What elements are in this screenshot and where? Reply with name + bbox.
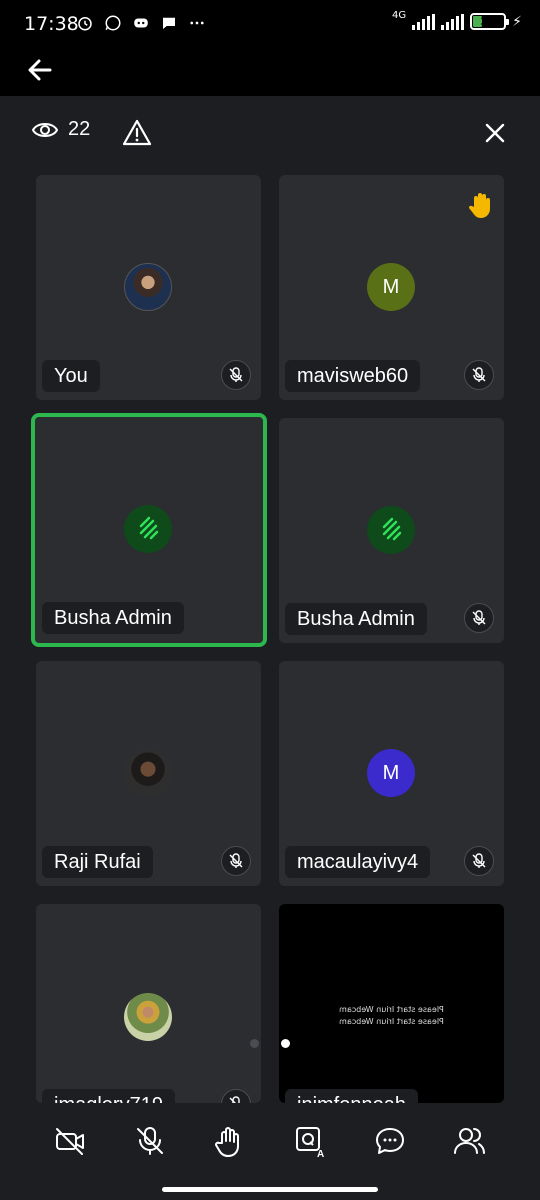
camera-toggle-button[interactable] bbox=[52, 1123, 88, 1159]
mic-off-icon bbox=[221, 360, 251, 390]
alarm-icon bbox=[76, 14, 94, 32]
report-button[interactable] bbox=[122, 118, 152, 148]
raise-hand-button[interactable] bbox=[212, 1123, 248, 1159]
status-time: 17:38 bbox=[24, 13, 79, 35]
page-dot-active[interactable] bbox=[281, 1039, 290, 1048]
signal-icon bbox=[412, 13, 436, 30]
status-system-icons: 4G 27 ⚡ bbox=[392, 10, 522, 30]
whatsapp-icon bbox=[104, 14, 122, 32]
participant-tile[interactable]: M macaulayivy4 bbox=[279, 661, 504, 886]
avatar: M bbox=[367, 263, 415, 311]
viewer-counter[interactable]: 22 bbox=[32, 118, 90, 141]
mic-off-icon bbox=[137, 1127, 163, 1155]
app-header bbox=[0, 50, 540, 96]
camera-off-icon bbox=[56, 1128, 84, 1155]
participant-name: mavisweb60 bbox=[285, 360, 421, 392]
mic-off-icon bbox=[464, 846, 494, 876]
participant-tile[interactable]: Raji Rufai bbox=[36, 661, 261, 886]
battery-level: 27 bbox=[480, 15, 496, 28]
back-arrow-icon bbox=[28, 59, 52, 81]
battery-icon: 27 bbox=[470, 13, 510, 30]
raised-hand-icon bbox=[468, 191, 494, 225]
chat-button[interactable] bbox=[372, 1123, 408, 1159]
qa-icon: A bbox=[296, 1127, 324, 1158]
avatar bbox=[124, 263, 172, 311]
avatar bbox=[124, 993, 172, 1041]
participant-name: Busha Admin bbox=[42, 602, 184, 634]
mic-off-icon bbox=[221, 1089, 251, 1103]
video-overlay-text: Please start Iriun Webcam Please start I… bbox=[279, 1004, 504, 1028]
participant-video-tile[interactable]: Please start Iriun Webcam Please start I… bbox=[279, 904, 504, 1103]
participant-tile[interactable]: Busha Admin bbox=[279, 418, 504, 643]
participant-name: inimfonnoah bbox=[285, 1089, 418, 1103]
svg-text:A: A bbox=[317, 1149, 324, 1158]
participant-name: Busha Admin bbox=[285, 603, 427, 635]
page-dot[interactable] bbox=[250, 1039, 259, 1048]
busha-logo-avatar bbox=[124, 505, 172, 553]
meeting-toolbar: 22 bbox=[0, 96, 540, 170]
status-bar: 17:38 4G 27 ⚡ bbox=[0, 0, 540, 50]
avatar: M bbox=[367, 749, 415, 797]
more-icon bbox=[188, 14, 206, 32]
eye-icon bbox=[32, 122, 58, 137]
participant-name: imaglory719 bbox=[42, 1089, 175, 1103]
warning-icon bbox=[122, 119, 152, 146]
meeting-controls: A bbox=[0, 1103, 540, 1200]
qa-button[interactable]: A bbox=[292, 1123, 328, 1159]
meeting-view: 22 You M mavisweb60 Busha Admin Busha Ad… bbox=[0, 96, 540, 1200]
participant-name: macaulayivy4 bbox=[285, 846, 431, 878]
participant-tile[interactable]: imaglory719 bbox=[36, 904, 261, 1103]
close-icon bbox=[485, 123, 505, 143]
status-notification-icons bbox=[76, 14, 206, 32]
participant-tile-active[interactable]: Busha Admin bbox=[31, 413, 267, 647]
participant-name: Raji Rufai bbox=[42, 846, 153, 878]
chat-icon bbox=[376, 1128, 404, 1154]
page-indicator[interactable] bbox=[250, 1039, 290, 1048]
participants-button[interactable] bbox=[452, 1123, 488, 1159]
participant-tile[interactable]: You bbox=[36, 175, 261, 400]
network-type: 4G bbox=[392, 10, 407, 21]
back-button[interactable] bbox=[24, 54, 56, 86]
raise-hand-icon bbox=[215, 1127, 239, 1157]
video-overlay-text-2: Please start Iriun Webcam bbox=[339, 1017, 444, 1026]
viewer-count: 22 bbox=[68, 118, 91, 140]
avatar bbox=[124, 749, 172, 797]
participant-tile[interactable]: M mavisweb60 bbox=[279, 175, 504, 400]
busha-logo-avatar bbox=[367, 506, 415, 554]
participants-icon bbox=[454, 1128, 485, 1154]
mic-toggle-button[interactable] bbox=[132, 1123, 168, 1159]
mic-off-icon bbox=[464, 360, 494, 390]
participant-name: You bbox=[42, 360, 100, 392]
signal-icon-2 bbox=[441, 13, 465, 30]
charging-icon: ⚡ bbox=[512, 13, 522, 30]
message-icon bbox=[160, 14, 178, 32]
close-button[interactable] bbox=[482, 120, 508, 146]
mic-off-icon bbox=[221, 846, 251, 876]
home-indicator[interactable] bbox=[162, 1187, 378, 1192]
discord-icon bbox=[132, 14, 150, 32]
mic-off-icon bbox=[464, 603, 494, 633]
